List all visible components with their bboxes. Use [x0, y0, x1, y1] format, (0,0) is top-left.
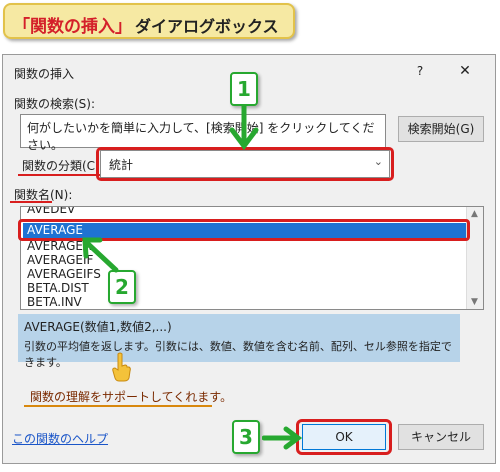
function-syntax: AVERAGE(数値1,数値2,...) [24, 320, 172, 334]
search-input[interactable]: 何がしたいかを簡単に入力して、[検索開始] をクリックしてください。 [20, 114, 386, 152]
category-label-underline [18, 174, 100, 176]
list-item[interactable]: AVEDEV [27, 207, 75, 216]
banner-highlight: 「関数の挿入」 [13, 17, 132, 37]
search-button[interactable]: 検索開始(G) [398, 116, 484, 142]
ok-highlight [296, 419, 392, 455]
cancel-button[interactable]: キャンセル [398, 424, 484, 450]
support-annotation: 関数の理解をサポートしてくれます。 [30, 390, 233, 404]
list-item[interactable]: BETA.DIST [27, 282, 89, 295]
function-description: AVERAGE(数値1,数値2,...) 引数の平均値を返します。引数には、数値… [18, 314, 460, 369]
pointing-hand-icon [112, 352, 131, 382]
function-label-underline [10, 201, 52, 203]
search-label: 関数の検索(S): [14, 97, 96, 111]
arrow-right-icon [262, 426, 302, 450]
banner-text: ダイアログボックス [135, 17, 279, 36]
function-description-text: 引数の平均値を返します。引数には、数値、数値を含む名前、配列、セル参照を指定でき… [24, 340, 452, 369]
step-2-badge: 2 [108, 270, 136, 304]
title-banner: 「関数の挿入」 ダイアログボックス [3, 3, 295, 39]
dialog-title: 関数の挿入 [14, 67, 75, 81]
step-1-badge: 1 [230, 72, 258, 106]
scroll-up-icon[interactable]: ▲ [471, 209, 478, 219]
support-underline [24, 405, 212, 407]
step-3-badge: 3 [232, 420, 260, 454]
list-item[interactable]: BETA.INV [27, 296, 82, 309]
scroll-down-icon[interactable]: ▼ [471, 297, 478, 307]
arrow-down-icon [229, 106, 259, 151]
function-help-link[interactable]: この関数のヘルプ [12, 430, 108, 447]
category-label: 関数の分類(C): [22, 159, 104, 173]
help-icon[interactable]: ? [408, 61, 432, 81]
arrow-up-left-icon [82, 237, 119, 273]
category-highlight [96, 147, 394, 181]
close-icon[interactable]: ✕ [452, 59, 478, 83]
